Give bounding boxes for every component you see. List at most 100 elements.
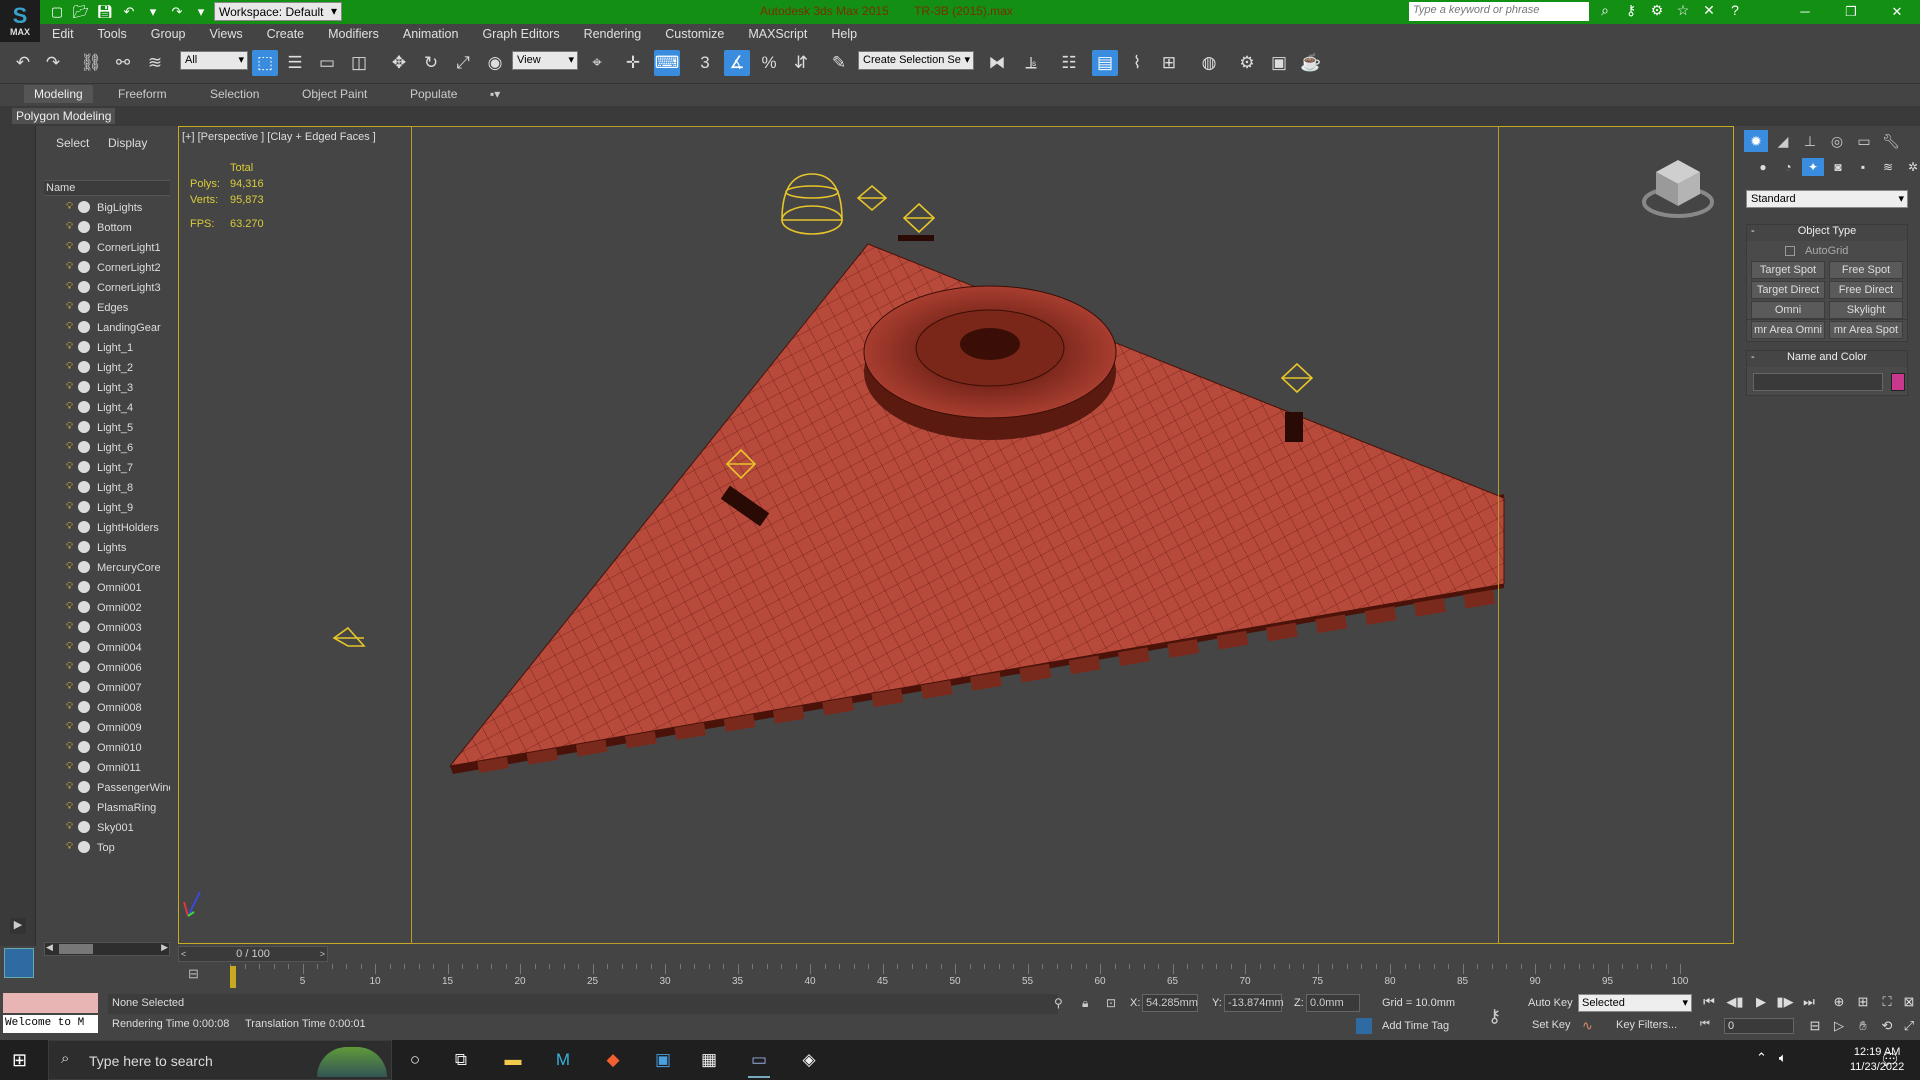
- menu-rendering[interactable]: Rendering: [572, 24, 654, 44]
- isolate-selection-icon[interactable]: ⚲: [1054, 996, 1063, 1010]
- next-key-icon[interactable]: ▮▶: [1776, 994, 1794, 1010]
- dropdown-small-icon[interactable]: ▾: [144, 3, 162, 21]
- scroll-right-icon[interactable]: ▶: [161, 942, 168, 953]
- light-toggle-icon[interactable]: 💡︎: [66, 201, 73, 212]
- light-toggle-icon[interactable]: 💡︎: [66, 501, 73, 512]
- tab-freeform[interactable]: Freeform: [118, 87, 167, 101]
- mirror-icon[interactable]: ⧓: [984, 50, 1010, 76]
- light-toggle-icon[interactable]: 💡︎: [66, 421, 73, 432]
- explorer-item[interactable]: 💡︎ Omni002: [44, 598, 170, 618]
- curve-editor-icon[interactable]: ⌇: [1124, 50, 1150, 76]
- light-toggle-icon[interactable]: 💡︎: [66, 241, 73, 252]
- time-cursor[interactable]: [230, 966, 236, 988]
- light-toggle-icon[interactable]: 💡︎: [66, 261, 73, 272]
- prev-key-icon[interactable]: ◀▮: [1726, 994, 1744, 1010]
- spacewarps-icon[interactable]: ≋: [1877, 158, 1899, 176]
- x-coordinate-input[interactable]: 54.285mm: [1142, 994, 1198, 1012]
- explorer-item[interactable]: 💡︎ Light_7: [44, 458, 170, 478]
- explorer-item[interactable]: 💡︎ Edges: [44, 298, 170, 318]
- unity-icon[interactable]: ◈: [796, 1048, 822, 1072]
- percent-snap-icon[interactable]: %: [756, 50, 782, 76]
- prev-frame-icon[interactable]: <: [181, 947, 186, 961]
- spinner-snap-icon[interactable]: ⇵: [788, 50, 814, 76]
- scrollbar-thumb[interactable]: [59, 944, 93, 954]
- goto-start-icon[interactable]: ⏮: [1700, 994, 1718, 1010]
- explorer-item[interactable]: 💡︎ MercuryCore: [44, 558, 170, 578]
- auto-key-button[interactable]: Auto Key: [1528, 997, 1573, 1009]
- zoom-icon[interactable]: ⊕: [1830, 994, 1848, 1010]
- time-slider-thumb[interactable]: < 0 / 100 >: [178, 946, 328, 962]
- visibility-icon[interactable]: [78, 721, 90, 733]
- zoom-extents-icon[interactable]: ⛶: [1878, 994, 1896, 1010]
- brave-browser-icon[interactable]: ◆: [600, 1048, 626, 1072]
- scene-explorer-icon[interactable]: ▤: [1092, 50, 1118, 76]
- light-toggle-icon[interactable]: 💡︎: [66, 701, 73, 712]
- light-toggle-icon[interactable]: 💡︎: [66, 761, 73, 772]
- select-manipulate-icon[interactable]: ✛: [620, 50, 646, 76]
- expand-arrow-icon[interactable]: ▶: [10, 918, 26, 934]
- light-toggle-icon[interactable]: 💡︎: [66, 641, 73, 652]
- light-toggle-icon[interactable]: 💡︎: [66, 661, 73, 672]
- menu-group[interactable]: Group: [139, 24, 198, 44]
- selection-filter-dropdown[interactable]: All: [180, 51, 248, 70]
- name-and-color-header[interactable]: - Name and Color: [1747, 351, 1907, 367]
- light-toggle-icon[interactable]: 💡︎: [66, 321, 73, 332]
- select-object-icon[interactable]: ⬚: [252, 50, 278, 76]
- reference-coordinate-dropdown[interactable]: View: [512, 51, 578, 70]
- visibility-icon[interactable]: [78, 281, 90, 293]
- unlink-icon[interactable]: ⚯: [110, 50, 136, 76]
- y-coordinate-input[interactable]: -13.874mm: [1224, 994, 1284, 1012]
- keyboard-shortcut-override-icon[interactable]: ⌨: [654, 50, 680, 76]
- visibility-icon[interactable]: [78, 401, 90, 413]
- app-m-icon[interactable]: M: [550, 1048, 576, 1072]
- light-toggle-icon[interactable]: 💡︎: [66, 301, 73, 312]
- menu-create[interactable]: Create: [255, 24, 317, 44]
- visibility-icon[interactable]: [78, 541, 90, 553]
- zoom-all-icon[interactable]: ⊞: [1854, 994, 1872, 1010]
- light-toggle-icon[interactable]: 💡︎: [66, 821, 73, 832]
- visibility-icon[interactable]: [78, 581, 90, 593]
- star-icon[interactable]: ☆: [1674, 2, 1692, 19]
- open-file-icon[interactable]: 📂︎: [72, 3, 90, 21]
- explorer-tab-display[interactable]: Display: [108, 136, 147, 150]
- visibility-icon[interactable]: [78, 701, 90, 713]
- light-toggle-icon[interactable]: 💡︎: [66, 741, 73, 752]
- edit-named-selection-icon[interactable]: ✎: [826, 50, 852, 76]
- visibility-icon[interactable]: [78, 561, 90, 573]
- explorer-item[interactable]: 💡︎ Omni003: [44, 618, 170, 638]
- cortana-icon[interactable]: ○: [402, 1048, 428, 1072]
- light-toggle-icon[interactable]: 💡︎: [66, 621, 73, 632]
- task-view-icon[interactable]: ⧉: [448, 1048, 474, 1072]
- taskbar-search[interactable]: ⌕ Type here to search: [48, 1040, 392, 1080]
- light-toggle-icon[interactable]: 💡︎: [66, 581, 73, 592]
- time-config-icon[interactable]: ⊟: [1806, 1018, 1824, 1034]
- maxscript-listener-input[interactable]: [3, 993, 98, 1013]
- schematic-view-icon[interactable]: ⊞: [1156, 50, 1182, 76]
- light-toggle-icon[interactable]: 💡︎: [66, 841, 73, 852]
- key-icon[interactable]: ⚷: [1488, 1006, 1501, 1027]
- add-time-tag[interactable]: Add Time Tag: [1382, 1020, 1449, 1032]
- object-color-swatch[interactable]: [1891, 373, 1905, 391]
- light-toggle-icon[interactable]: 💡︎: [66, 341, 73, 352]
- visibility-icon[interactable]: [78, 841, 90, 853]
- explorer-item[interactable]: 💡︎ Omni004: [44, 638, 170, 658]
- viewport-layout-thumbnail[interactable]: [4, 948, 34, 978]
- explorer-item[interactable]: 💡︎ Omni011: [44, 758, 170, 778]
- explorer-item[interactable]: 💡︎ Light_2: [44, 358, 170, 378]
- tab-modeling[interactable]: Modeling: [24, 85, 93, 103]
- undo-icon[interactable]: ↶: [10, 50, 36, 76]
- viewport-label[interactable]: [+] [Perspective ] [Clay + Edged Faces ]: [182, 131, 376, 143]
- hierarchy-tab-icon[interactable]: ⊥: [1798, 130, 1822, 152]
- visibility-icon[interactable]: [78, 661, 90, 673]
- explorer-item[interactable]: 💡︎ LightHolders: [44, 518, 170, 538]
- redo-icon[interactable]: ↷: [168, 3, 186, 21]
- help-icon[interactable]: ?: [1726, 2, 1744, 19]
- visibility-icon[interactable]: [78, 641, 90, 653]
- menu-customize[interactable]: Customize: [653, 24, 736, 44]
- explorer-item[interactable]: 💡︎ Omni006: [44, 658, 170, 678]
- angle-snap-icon[interactable]: ∡: [724, 50, 750, 76]
- set-key-button[interactable]: Set Key: [1532, 1019, 1571, 1031]
- key-mode-toggle-icon[interactable]: ⏮: [1700, 1018, 1710, 1031]
- light-toggle-icon[interactable]: 💡︎: [66, 601, 73, 612]
- modify-tab-icon[interactable]: ◢: [1771, 130, 1795, 152]
